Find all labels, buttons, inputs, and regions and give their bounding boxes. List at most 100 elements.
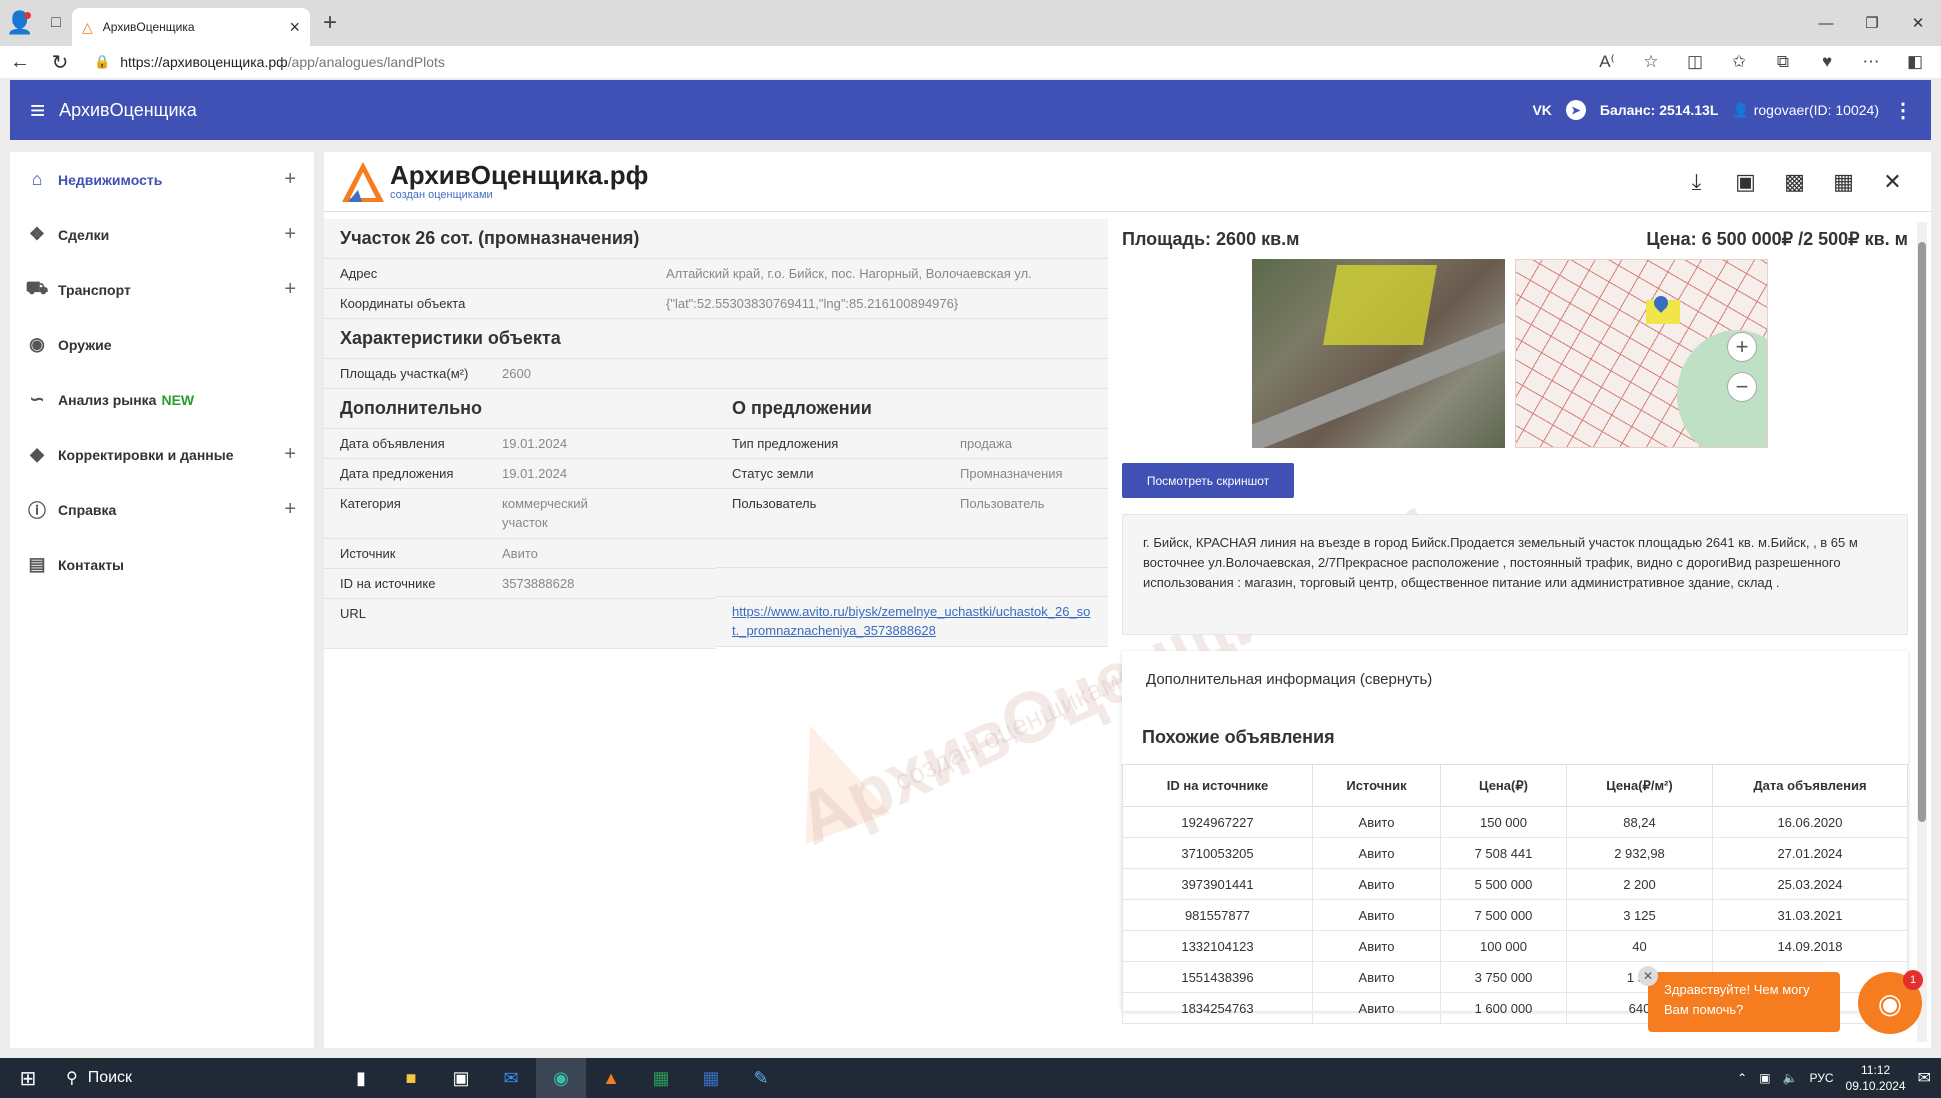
table-cell: Авито	[1312, 837, 1441, 869]
extension-icon[interactable]: ♥	[1805, 52, 1849, 72]
store-icon[interactable]: ▣	[436, 1058, 486, 1098]
offer-date-label: Дата предложения	[340, 466, 454, 481]
screen-icon[interactable]: ▣	[1721, 169, 1770, 195]
sidebar-item-label: Корректировки и данные	[58, 446, 234, 463]
sidebar-item-real-estate[interactable]: ⌂ Недвижимость +	[10, 152, 314, 207]
area-price-bar: Площадь: 2600 кв.м Цена: 6 500 000₽ /2 5…	[1122, 219, 1908, 259]
download-icon[interactable]: ⤓	[1672, 169, 1721, 195]
table-row[interactable]: 3710053205 Авито 7 508 441 2 932,98 27.01.20…	[1122, 837, 1908, 869]
cadastral-map[interactable]: + −	[1515, 259, 1768, 448]
split-screen-icon[interactable]: ◫	[1673, 52, 1717, 72]
tab-actions-icon[interactable]: □	[40, 0, 72, 46]
sidebar-item-contacts[interactable]: ▤ Контакты	[10, 537, 314, 592]
file-explorer-icon[interactable]: ■	[386, 1058, 436, 1098]
table-row[interactable]: 1924967227 Авито 150 000 88,24 16.06.2020	[1122, 806, 1908, 838]
coords-value: {"lat":52.55303830769411,"lng":85.216100…	[666, 296, 959, 311]
help-icon: ⓘ	[28, 500, 46, 521]
more-icon[interactable]: ⋯	[1849, 52, 1893, 72]
favorites-list-icon[interactable]: ✩	[1717, 52, 1761, 72]
sidebar-item-market-analysis[interactable]: ∽ Анализ рынка NEW	[10, 372, 314, 427]
expand-icon[interactable]: +	[284, 498, 296, 521]
zoom-in-icon[interactable]: +	[1727, 332, 1757, 362]
outlook-icon[interactable]: ✉	[486, 1058, 536, 1098]
expand-icon[interactable]: +	[284, 223, 296, 246]
column-header[interactable]: Источник	[1312, 764, 1441, 807]
table-cell: 25.03.2024	[1712, 868, 1908, 900]
windows-start-icon[interactable]: ⊞	[0, 1066, 56, 1091]
edge-icon[interactable]: ◉	[536, 1058, 586, 1098]
browser-tab[interactable]: △ АрхивОценщика ×	[72, 8, 310, 46]
expand-icon[interactable]: +	[284, 278, 296, 301]
task-view-icon[interactable]: ▮	[336, 1058, 386, 1098]
tray-arrow-icon[interactable]: ⌃	[1737, 1071, 1747, 1085]
collections-icon[interactable]: ⧉	[1761, 52, 1805, 72]
flame-app-icon[interactable]: ▲	[586, 1058, 636, 1098]
listing-url-link[interactable]: https://www.avito.ru/biysk/zemelnye_ucha…	[732, 602, 1092, 641]
hamburger-menu-icon[interactable]: ≡	[30, 95, 45, 126]
user-value: Пользователь	[960, 496, 1045, 511]
view-screenshot-button[interactable]: Посмотреть скриншот	[1122, 463, 1294, 498]
favorite-star-icon[interactable]: ☆	[1629, 52, 1673, 72]
language-indicator[interactable]: РУС	[1810, 1071, 1834, 1085]
kebab-menu-icon[interactable]: ⋮	[1893, 98, 1913, 123]
zoom-out-icon[interactable]: −	[1727, 372, 1757, 402]
excel-icon[interactable]: ▦	[636, 1058, 686, 1098]
clock[interactable]: 11:12 09.10.2024	[1846, 1062, 1906, 1094]
chat-close-icon[interactable]: ✕	[1638, 966, 1658, 986]
close-tab-icon[interactable]: ×	[289, 17, 300, 38]
profile-icon[interactable]: 👤	[0, 0, 40, 46]
sidebar-item-transport[interactable]: ⛟ Транспорт +	[10, 262, 314, 317]
app-brand[interactable]: АрхивОценщика	[59, 100, 197, 121]
column-header[interactable]: Цена(₽)	[1440, 764, 1567, 807]
close-window-icon[interactable]: ✕	[1895, 0, 1941, 46]
extra-and-offer: Дополнительно Дата объявления 19.01.2024…	[324, 389, 1108, 649]
sidebar-item-adjustments[interactable]: ◆ Корректировки и данные +	[10, 427, 314, 482]
table-row[interactable]: 981557877 Авито 7 500 000 3 125 31.03.2021	[1122, 899, 1908, 931]
sidebar-item-weapons[interactable]: ◉ Оружие	[10, 317, 314, 372]
reload-icon[interactable]: ↻	[40, 46, 80, 78]
sidebar-item-help[interactable]: ⓘ Справка +	[10, 482, 314, 537]
logo-icon	[340, 160, 386, 204]
table-cell: 88,24	[1566, 806, 1713, 838]
paint-icon[interactable]: ✎	[736, 1058, 786, 1098]
book-icon[interactable]: ▦	[1819, 169, 1868, 195]
browser-tab-bar: 👤 □ △ АрхивОценщика × + — ❐ ✕	[0, 0, 1941, 46]
table-row[interactable]: 3973901441 Авито 5 500 000 2 200 25.03.2024	[1122, 868, 1908, 900]
panel-scrollbar[interactable]	[1917, 222, 1927, 1042]
expand-icon[interactable]: +	[284, 168, 296, 191]
clock-date: 09.10.2024	[1845, 1079, 1906, 1093]
column-header[interactable]: Цена(₽/м²)	[1566, 764, 1713, 807]
url-field[interactable]: 🔒 https://архивоценщика.рф/app/analogues…	[94, 54, 445, 70]
vk-icon[interactable]: VK	[1532, 102, 1551, 118]
url-host: https://архивоценщика.рф	[120, 54, 288, 70]
scrollbar-thumb[interactable]	[1918, 242, 1926, 822]
column-header[interactable]: Дата объявления	[1712, 764, 1908, 807]
table-row[interactable]: 1332104123 Авито 100 000 40 14.09.2018	[1122, 930, 1908, 962]
volume-icon[interactable]: 🔈	[1783, 1071, 1798, 1085]
notifications-icon[interactable]: ✉	[1918, 1068, 1931, 1088]
image-icon[interactable]: ▩	[1770, 169, 1819, 195]
new-tab-icon[interactable]: +	[310, 9, 350, 37]
restore-icon[interactable]: ❐	[1849, 0, 1895, 46]
expand-icon[interactable]: +	[284, 443, 296, 466]
sidebar-item-label: Сделки	[58, 226, 110, 243]
listing-details: Участок 26 сот. (промназначения) Адрес А…	[324, 219, 1108, 649]
back-icon[interactable]: ←	[0, 46, 40, 78]
read-aloud-icon[interactable]: A⁽	[1585, 52, 1629, 72]
word-icon[interactable]: ▦	[686, 1058, 736, 1098]
close-panel-icon[interactable]: ✕	[1868, 169, 1917, 195]
sidebar-toggle-icon[interactable]: ◧	[1893, 52, 1937, 72]
network-icon[interactable]: ▣	[1759, 1071, 1770, 1085]
satellite-map[interactable]	[1252, 259, 1505, 448]
minimize-icon[interactable]: —	[1803, 0, 1849, 46]
column-header[interactable]: ID на источнике	[1122, 764, 1313, 807]
telegram-icon[interactable]: ➤	[1565, 100, 1586, 120]
ad-date-label: Дата объявления	[340, 436, 445, 451]
chat-greeting[interactable]: Здравствуйте! Чем могу Вам помочь?	[1648, 972, 1840, 1032]
taskbar-search[interactable]: ⚲ Поиск	[56, 1058, 266, 1098]
user-account[interactable]: 👤 rogovaer(ID: 10024)	[1732, 102, 1879, 119]
offer-title: О предложении	[716, 389, 1108, 429]
balance-label[interactable]: Баланс: 2514.13L	[1600, 102, 1718, 118]
sidebar-item-deals[interactable]: ❖ Сделки +	[10, 207, 314, 262]
extra-info-toggle[interactable]: Дополнительная информация (свернуть)	[1146, 671, 1432, 688]
